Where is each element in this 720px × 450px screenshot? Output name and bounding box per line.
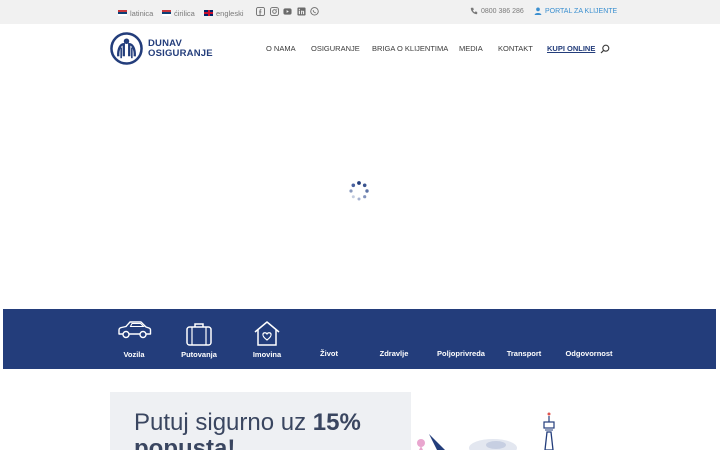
user-icon [534, 7, 542, 15]
dunav-emblem-icon [110, 32, 143, 65]
category-transport[interactable]: Transport [502, 309, 546, 369]
language-label: engleski [216, 8, 244, 18]
category-label: Imovina [252, 350, 282, 359]
phone-icon [470, 7, 478, 15]
youtube-icon[interactable] [283, 7, 292, 16]
facebook-icon[interactable] [256, 7, 265, 16]
brand-name: DUNAV OSIGURANJE [148, 37, 213, 59]
dunav-logo[interactable]: DUNAV OSIGURANJE [110, 32, 213, 65]
language-label: ćirilica [174, 8, 195, 18]
client-portal-label: PORTAL ZA KLIJENTE [545, 7, 618, 15]
travel-illustration-icon [417, 412, 555, 450]
main-header: DUNAV OSIGURANJE O NAMA OSIGURANJE BRIGA… [0, 24, 720, 74]
suitcase-icon [186, 323, 212, 346]
category-zivot[interactable]: Život [309, 309, 349, 369]
promo-title-start: Putuj sigurno uz [134, 409, 313, 436]
nav-o-nama[interactable]: O NAMA [266, 44, 296, 53]
uk-flag-icon [204, 10, 213, 16]
serbia-flag-icon [118, 10, 127, 16]
car-icon [118, 321, 152, 339]
language-label: latinica [130, 8, 154, 18]
category-vozila[interactable]: Vozila [114, 309, 154, 369]
viber-icon[interactable] [310, 7, 319, 16]
category-odgovornost[interactable]: Odgovornost [561, 309, 617, 369]
insurance-categories-bar: Vozila Putovanja Imovina Život Zdravlje … [3, 309, 716, 369]
instagram-icon[interactable] [270, 7, 279, 16]
language-engleski[interactable]: engleski [204, 7, 244, 19]
nav-osiguranje[interactable]: OSIGURANJE [311, 44, 360, 53]
category-label: Život [320, 349, 338, 358]
nav-briga-o-klijentima[interactable]: BRIGA O KLIJENTIMA [372, 44, 448, 53]
brand-line-2: OSIGURANJE [148, 47, 213, 59]
category-label: Vozila [123, 350, 145, 359]
category-label: Transport [506, 349, 542, 358]
client-portal-link[interactable]: PORTAL ZA KLIJENTE [534, 7, 617, 15]
promo-title-discount: 15% [312, 409, 361, 436]
nav-kupi-online[interactable]: KUPI ONLINE [547, 44, 595, 53]
house-heart-icon [254, 321, 280, 346]
category-putovanja[interactable]: Putovanja [179, 309, 219, 369]
phone-number[interactable]: 0800 386 286 [470, 7, 524, 15]
promo-illustration [411, 392, 611, 450]
linkedin-icon[interactable] [297, 7, 306, 16]
nav-kontakt[interactable]: KONTAKT [498, 44, 533, 53]
category-zdravlje[interactable]: Zdravlje [374, 309, 414, 369]
category-label: Odgovornost [565, 349, 613, 358]
promo-title: Putuj sigurno uz 15% popusta! [134, 410, 361, 450]
loading-spinner-icon [349, 181, 369, 201]
category-label: Putovanja [181, 350, 217, 359]
language-cirilica[interactable]: ćirilica [162, 7, 195, 19]
category-imovina[interactable]: Imovina [247, 309, 287, 369]
language-latinica[interactable]: latinica [118, 7, 153, 19]
category-label: Poljoprivreda [437, 349, 485, 358]
top-bar: latinica ćirilica engleski 0800 386 286 [0, 0, 720, 24]
nav-media[interactable]: MEDIA [459, 44, 483, 53]
promo-banner[interactable]: Putuj sigurno uz 15% popusta! [110, 392, 411, 450]
category-label: Zdravlje [379, 349, 409, 358]
category-poljoprivreda[interactable]: Poljoprivreda [433, 309, 489, 369]
phone-number-text: 0800 386 286 [481, 7, 524, 15]
brand-line-1: DUNAV [148, 37, 183, 49]
promo-title-line2: popusta! [134, 435, 236, 450]
search-icon[interactable] [600, 44, 610, 54]
serbia-flag-icon [162, 10, 171, 16]
